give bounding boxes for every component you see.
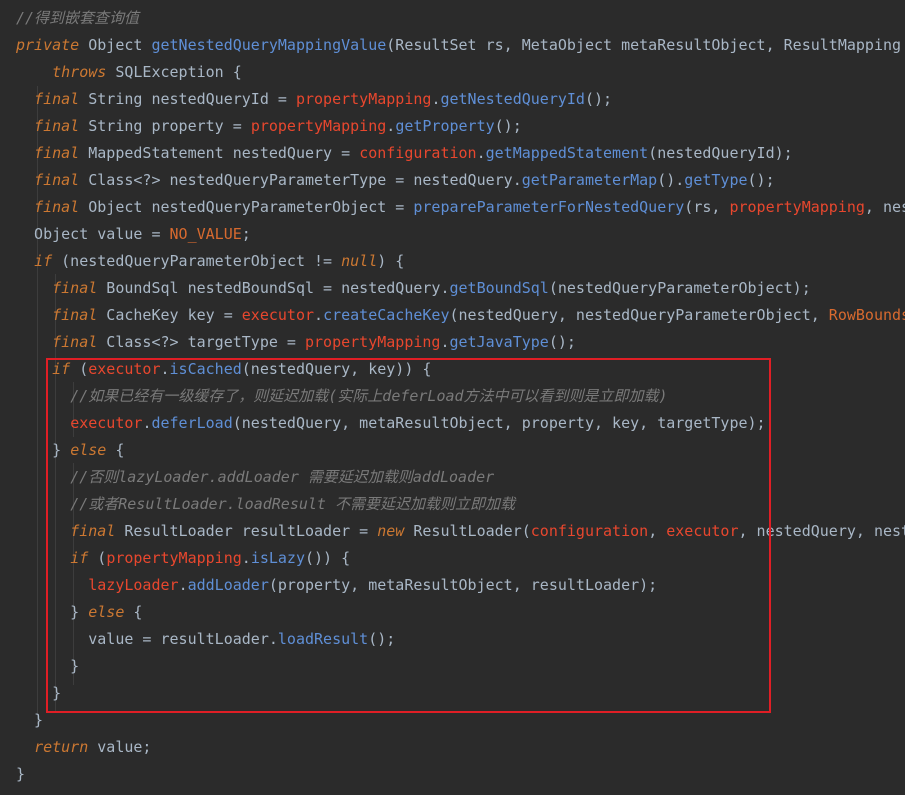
code-line: final Class<?> nestedQueryParameterType … (16, 167, 775, 194)
code-line: } (16, 707, 43, 734)
code-editor[interactable]: //得到嵌套查询值 private Object getNestedQueryMa… (0, 0, 905, 795)
code-token: getNestedQueryMappingValue (151, 36, 387, 54)
code-token: getType (684, 171, 748, 189)
code-token: final (52, 333, 98, 351)
code-line: //得到嵌套查询值 (16, 5, 139, 32)
code-token: value; (88, 738, 152, 756)
code-token: (nestedQueryParameterObject); (548, 279, 811, 297)
code-token: CacheKey key = (97, 306, 242, 324)
code-token: Object value = (16, 225, 170, 243)
code-token: String property = (79, 117, 251, 135)
code-token: if (34, 252, 53, 270)
code-token: NO_VALUE (169, 225, 242, 243)
code-token: getJavaType (449, 333, 549, 351)
code-token: (ResultSet rs, MetaObject metaResultObje… (386, 36, 902, 54)
code-token: MappedStatement nestedQuery = (79, 144, 360, 162)
code-line: private Object getNestedQueryMappingValu… (16, 32, 905, 59)
code-token: final (52, 279, 98, 297)
code-line: final BoundSql nestedBoundSql = nestedQu… (16, 275, 811, 302)
code-token: ) { (377, 252, 405, 270)
code-token: . (386, 117, 396, 135)
code-token: final (34, 144, 80, 162)
code-line: return value; (16, 734, 151, 761)
code-token: final (34, 171, 80, 189)
code-line: final String nestedQueryId = propertyMap… (16, 86, 612, 113)
code-token: getBoundSql (449, 279, 549, 297)
code-token: final (52, 306, 98, 324)
code-token: return (34, 738, 89, 756)
code-token: Object nestedQueryParameterObject = (79, 198, 414, 216)
code-token: final (34, 90, 80, 108)
code-token: propertyMapping (250, 117, 387, 135)
code-token: . (440, 333, 450, 351)
code-token: . (476, 144, 486, 162)
code-token: (); (584, 90, 613, 108)
code-line: Object value = NO_VALUE; (16, 221, 251, 248)
code-line: final Class<?> targetType = propertyMapp… (16, 329, 576, 356)
code-token: (nestedQueryId); (648, 144, 793, 162)
code-token: throws (52, 63, 107, 81)
code-token: createCacheKey (323, 306, 450, 324)
code-token: (); (747, 171, 775, 189)
code-token: propertyMapping (305, 333, 441, 351)
code-token: final (34, 198, 80, 216)
code-token: (); (494, 117, 522, 135)
code-token: getParameterMap (521, 171, 658, 189)
code-token: , nestedQueryParameterType, columnPrefix… (864, 198, 905, 216)
code-token: } (16, 711, 44, 729)
code-token: (rs, (684, 198, 730, 216)
code-token: String nestedQueryId = (79, 90, 296, 108)
code-token: Class<?> nestedQueryParameterType = nest… (79, 171, 522, 189)
code-token: getMappedStatement (485, 144, 649, 162)
code-token: configuration (359, 144, 477, 162)
code-token: (); (548, 333, 576, 351)
code-token: prepareParameterForNestedQuery (413, 198, 685, 216)
highlight-box (46, 358, 771, 713)
code-token: (nestedQuery, nestedQueryParameterObject… (449, 306, 829, 324)
code-token: final (34, 117, 80, 135)
code-token: Object (79, 36, 152, 54)
code-token: propertyMapping (295, 90, 432, 108)
code-token: SQLException { (106, 63, 242, 81)
code-token: (). (657, 171, 685, 189)
code-token: } (16, 765, 26, 783)
code-token: (nestedQueryParameterObject != (52, 252, 342, 270)
code-line: final String property = propertyMapping.… (16, 113, 522, 140)
code-line: final MappedStatement nestedQuery = conf… (16, 140, 793, 167)
code-token: propertyMapping (729, 198, 865, 216)
code-token: ; (241, 225, 251, 243)
code-line: } (16, 761, 25, 788)
code-token: getNestedQueryId (440, 90, 585, 108)
code-token: executor (241, 306, 315, 324)
code-line: final Object nestedQueryParameterObject … (16, 194, 905, 221)
code-token: BoundSql nestedBoundSql = nestedQuery. (97, 279, 450, 297)
code-token: RowBounds (828, 306, 905, 324)
code-token: . (314, 306, 324, 324)
code-line: throws SQLException { (16, 59, 242, 86)
code-line: if (nestedQueryParameterObject != null) … (16, 248, 404, 275)
code-token: Class<?> targetType = (97, 333, 305, 351)
code-token: getProperty (395, 117, 495, 135)
code-line: final CacheKey key = executor.createCach… (16, 302, 905, 329)
code-token: null (341, 252, 378, 270)
code-comment: //得到嵌套查询值 (16, 9, 140, 27)
code-token: private (16, 36, 80, 54)
